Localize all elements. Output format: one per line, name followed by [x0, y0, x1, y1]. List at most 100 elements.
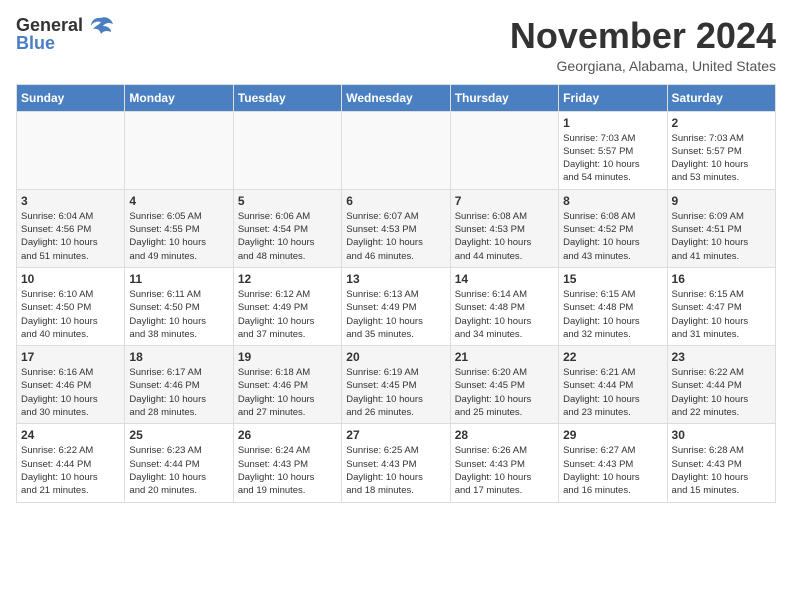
day-number: 15	[563, 272, 662, 286]
day-info: Sunrise: 6:22 AM Sunset: 4:44 PM Dayligh…	[672, 366, 771, 419]
day-number: 29	[563, 428, 662, 442]
day-number: 14	[455, 272, 554, 286]
month-title: November 2024	[510, 16, 776, 56]
day-info: Sunrise: 7:03 AM Sunset: 5:57 PM Dayligh…	[563, 132, 662, 185]
calendar-cell: 10Sunrise: 6:10 AM Sunset: 4:50 PM Dayli…	[17, 267, 125, 345]
day-number: 13	[346, 272, 445, 286]
day-number: 12	[238, 272, 337, 286]
calendar-cell: 12Sunrise: 6:12 AM Sunset: 4:49 PM Dayli…	[233, 267, 341, 345]
calendar-cell: 3 Sunrise: 6:04 AM Sunset: 4:56 PM Daylig…	[17, 189, 125, 267]
day-info: Sunrise: 6:20 AM Sunset: 4:45 PM Dayligh…	[455, 366, 554, 419]
day-info: Sunrise: 6:16 AM Sunset: 4:46 PM Dayligh…	[21, 366, 120, 419]
day-info: Sunrise: 6:23 AM Sunset: 4:44 PM Dayligh…	[129, 444, 228, 497]
logo-general: General	[16, 16, 83, 34]
calendar-cell: 8Sunrise: 6:08 AM Sunset: 4:52 PM Daylig…	[559, 189, 667, 267]
day-info: Sunrise: 6:09 AM Sunset: 4:51 PM Dayligh…	[672, 210, 771, 263]
day-info: Sunrise: 6:08 AM Sunset: 4:53 PM Dayligh…	[455, 210, 554, 263]
calendar-cell	[342, 111, 450, 189]
calendar-cell: 7 Sunrise: 6:08 AM Sunset: 4:53 PM Daylig…	[450, 189, 558, 267]
day-number: 25	[129, 428, 228, 442]
day-number: 27	[346, 428, 445, 442]
calendar-cell	[450, 111, 558, 189]
calendar-week-4: 17Sunrise: 6:16 AM Sunset: 4:46 PM Dayli…	[17, 346, 776, 424]
day-number: 9	[672, 194, 771, 208]
day-info: Sunrise: 6:07 AM Sunset: 4:53 PM Dayligh…	[346, 210, 445, 263]
calendar-header-thursday: Thursday	[450, 84, 558, 111]
calendar-week-3: 10Sunrise: 6:10 AM Sunset: 4:50 PM Dayli…	[17, 267, 776, 345]
logo-blue: Blue	[16, 34, 83, 52]
day-number: 28	[455, 428, 554, 442]
calendar-cell: 6 Sunrise: 6:07 AM Sunset: 4:53 PM Daylig…	[342, 189, 450, 267]
logo-text: General Blue	[16, 16, 83, 52]
calendar-cell: 16Sunrise: 6:15 AM Sunset: 4:47 PM Dayli…	[667, 267, 775, 345]
calendar-cell: 5 Sunrise: 6:06 AM Sunset: 4:54 PM Daylig…	[233, 189, 341, 267]
day-info: Sunrise: 6:25 AM Sunset: 4:43 PM Dayligh…	[346, 444, 445, 497]
day-info: Sunrise: 6:22 AM Sunset: 4:44 PM Dayligh…	[21, 444, 120, 497]
day-number: 20	[346, 350, 445, 364]
day-number: 8	[563, 194, 662, 208]
calendar-cell: 4Sunrise: 6:05 AM Sunset: 4:55 PM Daylig…	[125, 189, 233, 267]
calendar-cell: 17Sunrise: 6:16 AM Sunset: 4:46 PM Dayli…	[17, 346, 125, 424]
calendar-cell: 24 Sunrise: 6:22 AM Sunset: 4:44 PM Dayli…	[17, 424, 125, 502]
calendar-cell: 21 Sunrise: 6:20 AM Sunset: 4:45 PM Dayli…	[450, 346, 558, 424]
day-info: Sunrise: 6:04 AM Sunset: 4:56 PM Dayligh…	[21, 210, 120, 263]
calendar-week-5: 24 Sunrise: 6:22 AM Sunset: 4:44 PM Dayli…	[17, 424, 776, 502]
day-number: 30	[672, 428, 771, 442]
day-info: Sunrise: 6:06 AM Sunset: 4:54 PM Dayligh…	[238, 210, 337, 263]
day-number: 2	[672, 116, 771, 130]
day-number: 23	[672, 350, 771, 364]
day-info: Sunrise: 6:15 AM Sunset: 4:48 PM Dayligh…	[563, 288, 662, 341]
page-header: General Blue November 2024 Georgiana, Al…	[16, 16, 776, 74]
day-number: 11	[129, 272, 228, 286]
day-info: Sunrise: 6:26 AM Sunset: 4:43 PM Dayligh…	[455, 444, 554, 497]
day-number: 26	[238, 428, 337, 442]
calendar-cell: 20 Sunrise: 6:19 AM Sunset: 4:45 PM Dayli…	[342, 346, 450, 424]
day-info: Sunrise: 6:11 AM Sunset: 4:50 PM Dayligh…	[129, 288, 228, 341]
day-info: Sunrise: 6:17 AM Sunset: 4:46 PM Dayligh…	[129, 366, 228, 419]
calendar-cell: 23 Sunrise: 6:22 AM Sunset: 4:44 PM Dayli…	[667, 346, 775, 424]
calendar-cell: 29Sunrise: 6:27 AM Sunset: 4:43 PM Dayli…	[559, 424, 667, 502]
title-section: November 2024 Georgiana, Alabama, United…	[510, 16, 776, 74]
calendar-table: SundayMondayTuesdayWednesdayThursdayFrid…	[16, 84, 776, 503]
calendar-header-monday: Monday	[125, 84, 233, 111]
day-number: 1	[563, 116, 662, 130]
day-number: 19	[238, 350, 337, 364]
calendar-cell: 22Sunrise: 6:21 AM Sunset: 4:44 PM Dayli…	[559, 346, 667, 424]
calendar-cell: 27 Sunrise: 6:25 AM Sunset: 4:43 PM Dayli…	[342, 424, 450, 502]
calendar-header-row: SundayMondayTuesdayWednesdayThursdayFrid…	[17, 84, 776, 111]
day-number: 3	[21, 194, 120, 208]
day-number: 7	[455, 194, 554, 208]
day-number: 24	[21, 428, 120, 442]
calendar-cell: 1 Sunrise: 7:03 AM Sunset: 5:57 PM Daylig…	[559, 111, 667, 189]
day-info: Sunrise: 6:19 AM Sunset: 4:45 PM Dayligh…	[346, 366, 445, 419]
calendar-cell	[125, 111, 233, 189]
day-number: 10	[21, 272, 120, 286]
day-number: 6	[346, 194, 445, 208]
calendar-cell: 2 Sunrise: 7:03 AM Sunset: 5:57 PM Daylig…	[667, 111, 775, 189]
calendar-cell	[17, 111, 125, 189]
logo: General Blue	[16, 16, 115, 52]
calendar-cell: 14Sunrise: 6:14 AM Sunset: 4:48 PM Dayli…	[450, 267, 558, 345]
day-number: 5	[238, 194, 337, 208]
calendar-cell	[233, 111, 341, 189]
calendar-header-saturday: Saturday	[667, 84, 775, 111]
calendar-cell: 25 Sunrise: 6:23 AM Sunset: 4:44 PM Dayli…	[125, 424, 233, 502]
calendar-header-friday: Friday	[559, 84, 667, 111]
day-info: Sunrise: 6:13 AM Sunset: 4:49 PM Dayligh…	[346, 288, 445, 341]
day-info: Sunrise: 6:18 AM Sunset: 4:46 PM Dayligh…	[238, 366, 337, 419]
calendar-week-2: 3 Sunrise: 6:04 AM Sunset: 4:56 PM Daylig…	[17, 189, 776, 267]
day-info: Sunrise: 6:28 AM Sunset: 4:43 PM Dayligh…	[672, 444, 771, 497]
location: Georgiana, Alabama, United States	[510, 58, 776, 74]
calendar-cell: 11 Sunrise: 6:11 AM Sunset: 4:50 PM Dayli…	[125, 267, 233, 345]
calendar-header-wednesday: Wednesday	[342, 84, 450, 111]
day-info: Sunrise: 6:24 AM Sunset: 4:43 PM Dayligh…	[238, 444, 337, 497]
day-info: Sunrise: 7:03 AM Sunset: 5:57 PM Dayligh…	[672, 132, 771, 185]
calendar-cell: 18Sunrise: 6:17 AM Sunset: 4:46 PM Dayli…	[125, 346, 233, 424]
calendar-header-sunday: Sunday	[17, 84, 125, 111]
day-number: 21	[455, 350, 554, 364]
calendar-cell: 9 Sunrise: 6:09 AM Sunset: 4:51 PM Daylig…	[667, 189, 775, 267]
day-info: Sunrise: 6:05 AM Sunset: 4:55 PM Dayligh…	[129, 210, 228, 263]
day-number: 16	[672, 272, 771, 286]
calendar-cell: 13 Sunrise: 6:13 AM Sunset: 4:49 PM Dayli…	[342, 267, 450, 345]
calendar-cell: 30 Sunrise: 6:28 AM Sunset: 4:43 PM Dayli…	[667, 424, 775, 502]
